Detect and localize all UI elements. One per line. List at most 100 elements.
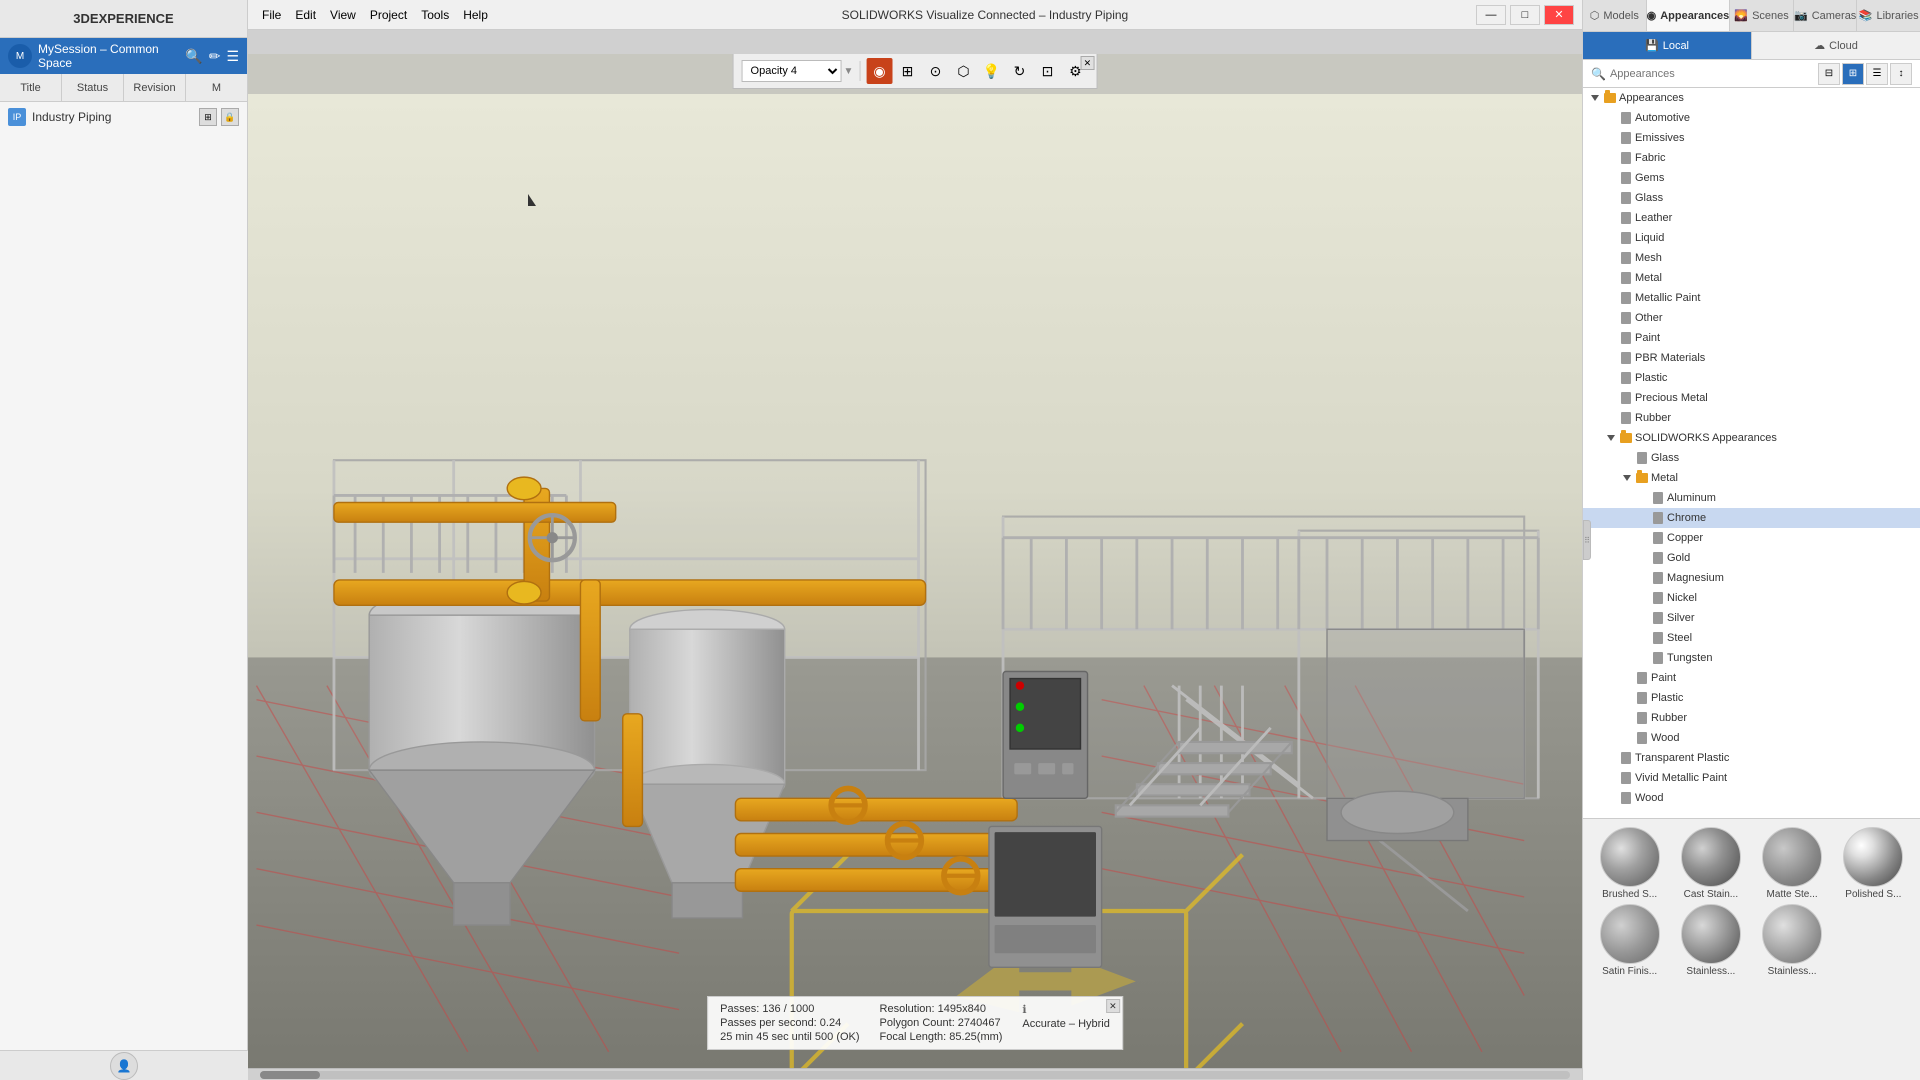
file-tree-item[interactable]: IP Industry Piping ⊞ 🔒	[0, 102, 247, 132]
tree-gold[interactable]: Gold	[1583, 548, 1920, 568]
mat-stainless-2[interactable]: Stainless...	[1754, 904, 1831, 977]
tree-transparent-plastic[interactable]: Transparent Plastic	[1583, 748, 1920, 768]
menu-edit[interactable]: Edit	[289, 6, 322, 24]
mat-matte-steel[interactable]: Matte Ste...	[1754, 827, 1831, 900]
tab-cameras[interactable]: 📷 Cameras	[1794, 0, 1858, 31]
h-scrollbar-thumb[interactable]	[260, 1071, 320, 1079]
tree-liquid[interactable]: Liquid	[1583, 228, 1920, 248]
model-button[interactable]: ⬡	[950, 58, 976, 84]
render-mode-button[interactable]: ◉	[866, 58, 892, 84]
platform-header: 3DEXPERIENCE	[0, 0, 247, 38]
render-left-col: Passes: 136 / 1000 Passes per second: 0.…	[720, 1003, 859, 1043]
tree-sw-wood[interactable]: Wood	[1583, 728, 1920, 748]
tree-fabric[interactable]: Fabric	[1583, 148, 1920, 168]
right-panel-tabs: ⬡ Models ◉ Appearances 🌄 Scenes 📷 Camera…	[1583, 0, 1920, 32]
tab-cloud[interactable]: ☁ Cloud	[1752, 32, 1920, 59]
search-session-button[interactable]: 🔍	[185, 48, 202, 65]
refresh-button[interactable]: ↻	[1006, 58, 1032, 84]
menu-session-button[interactable]: ☰	[226, 48, 239, 65]
camera-button[interactable]: ⊙	[922, 58, 948, 84]
tree-automotive[interactable]: Automotive	[1583, 108, 1920, 128]
tree-chrome[interactable]: Chrome	[1583, 508, 1920, 528]
tree-mesh[interactable]: Mesh	[1583, 248, 1920, 268]
menu-file[interactable]: File	[256, 6, 287, 24]
close-button[interactable]: ✕	[1544, 5, 1574, 25]
tree-silver[interactable]: Silver	[1583, 608, 1920, 628]
menu-project[interactable]: Project	[364, 6, 413, 24]
menu-tools[interactable]: Tools	[415, 6, 455, 24]
tree-pbr[interactable]: PBR Materials	[1583, 348, 1920, 368]
render-button[interactable]: ⊡	[1034, 58, 1060, 84]
tree-vivid-metallic[interactable]: Vivid Metallic Paint	[1583, 768, 1920, 788]
tab-scenes[interactable]: 🌄 Scenes	[1730, 0, 1794, 31]
tree-gems[interactable]: Gems	[1583, 168, 1920, 188]
tree-solidworks-appearances[interactable]: SOLIDWORKS Appearances	[1583, 428, 1920, 448]
tree-leather[interactable]: Leather	[1583, 208, 1920, 228]
menu-view[interactable]: View	[324, 6, 362, 24]
tree-magnesium[interactable]: Magnesium	[1583, 568, 1920, 588]
bookmark-session-button[interactable]: ✏	[209, 48, 221, 65]
focal-length: Focal Length: 85.25(mm)	[880, 1031, 1003, 1043]
mat-brushed-steel[interactable]: Brushed S...	[1591, 827, 1668, 900]
tree-action-1[interactable]: ⊞	[199, 108, 217, 126]
tree-wood[interactable]: Wood	[1583, 788, 1920, 808]
opacity-select[interactable]: Opacity 4 Opacity 1 Opacity 2 Opacity 3	[742, 60, 842, 82]
view-btn-4[interactable]: ↕	[1890, 63, 1912, 85]
notification-icon[interactable]: 👤	[110, 1052, 138, 1080]
tree-other[interactable]: Other	[1583, 308, 1920, 328]
tree-plastic[interactable]: Plastic	[1583, 368, 1920, 388]
toolbar-close-button[interactable]: ✕	[1080, 56, 1094, 70]
tab-models[interactable]: ⬡ Models	[1583, 0, 1647, 31]
tree-sw-paint[interactable]: Paint	[1583, 668, 1920, 688]
tree-rubber[interactable]: Rubber	[1583, 408, 1920, 428]
tree-nickel[interactable]: Nickel	[1583, 588, 1920, 608]
h-scrollbar[interactable]	[248, 1068, 1582, 1080]
cloud-icon: ☁	[1814, 39, 1825, 52]
left-panel: 3DEXPERIENCE M MySession – Common Space …	[0, 0, 248, 1080]
tree-sw-rubber[interactable]: Rubber	[1583, 708, 1920, 728]
tree-sw-metal[interactable]: Metal	[1583, 468, 1920, 488]
mat-cast-stainless[interactable]: Cast Stain...	[1672, 827, 1749, 900]
tree-root[interactable]: Appearances	[1583, 88, 1920, 108]
lights-button[interactable]: 💡	[978, 58, 1004, 84]
tree-glass[interactable]: Glass	[1583, 188, 1920, 208]
window-controls[interactable]: — □ ✕	[1476, 5, 1574, 25]
mat-label-stainless2: Stainless...	[1768, 966, 1817, 977]
mat-polished-steel[interactable]: Polished S...	[1835, 827, 1912, 900]
tree-aluminum[interactable]: Aluminum	[1583, 488, 1920, 508]
tree-action-2[interactable]: 🔒	[221, 108, 239, 126]
tree-tungsten[interactable]: Tungsten	[1583, 648, 1920, 668]
tree-sw-glass[interactable]: Glass	[1583, 448, 1920, 468]
render-status-close[interactable]: ✕	[1106, 999, 1120, 1013]
view-btn-3[interactable]: ☰	[1866, 63, 1888, 85]
tree-steel[interactable]: Steel	[1583, 628, 1920, 648]
tree-paint[interactable]: Paint	[1583, 328, 1920, 348]
libraries-icon: 📚	[1859, 9, 1873, 22]
tab-libraries[interactable]: 📚 Libraries	[1857, 0, 1920, 31]
view-btn-2[interactable]: ⊞	[1842, 63, 1864, 85]
tree-emissives[interactable]: Emissives	[1583, 128, 1920, 148]
tree-metallic-paint[interactable]: Metallic Paint	[1583, 288, 1920, 308]
tab-appearances[interactable]: ◉ Appearances	[1647, 0, 1731, 31]
tree-precious-metal[interactable]: Precious Metal	[1583, 388, 1920, 408]
mat-stainless-1[interactable]: Stainless...	[1672, 904, 1749, 977]
appearances-search-input[interactable]	[1610, 68, 1814, 80]
mat-satin-finish[interactable]: Satin Finis...	[1591, 904, 1668, 977]
view-btn-1[interactable]: ⊟	[1818, 63, 1840, 85]
main-viewport[interactable]: Opacity 4 Opacity 1 Opacity 2 Opacity 3 …	[248, 54, 1582, 1080]
col-revision: Revision	[124, 74, 186, 101]
tab-local[interactable]: 💾 Local	[1583, 32, 1752, 59]
minimize-button[interactable]: —	[1476, 5, 1506, 25]
appearances-location-tabs: 💾 Local ☁ Cloud	[1583, 32, 1920, 60]
tree-metal[interactable]: Metal	[1583, 268, 1920, 288]
tree-copper[interactable]: Copper	[1583, 528, 1920, 548]
menu-bar[interactable]: File Edit View Project Tools Help	[256, 6, 494, 24]
grid-button[interactable]: ⊞	[894, 58, 920, 84]
resize-handle[interactable]: ⠿	[1583, 520, 1591, 560]
mat-label-brushed: Brushed S...	[1602, 889, 1657, 900]
session-bar[interactable]: M MySession – Common Space 🔍 ✏ ☰	[0, 38, 247, 74]
menu-help[interactable]: Help	[457, 6, 494, 24]
maximize-button[interactable]: □	[1510, 5, 1540, 25]
tree-sw-plastic[interactable]: Plastic	[1583, 688, 1920, 708]
scenes-icon: 🌄	[1734, 9, 1748, 22]
